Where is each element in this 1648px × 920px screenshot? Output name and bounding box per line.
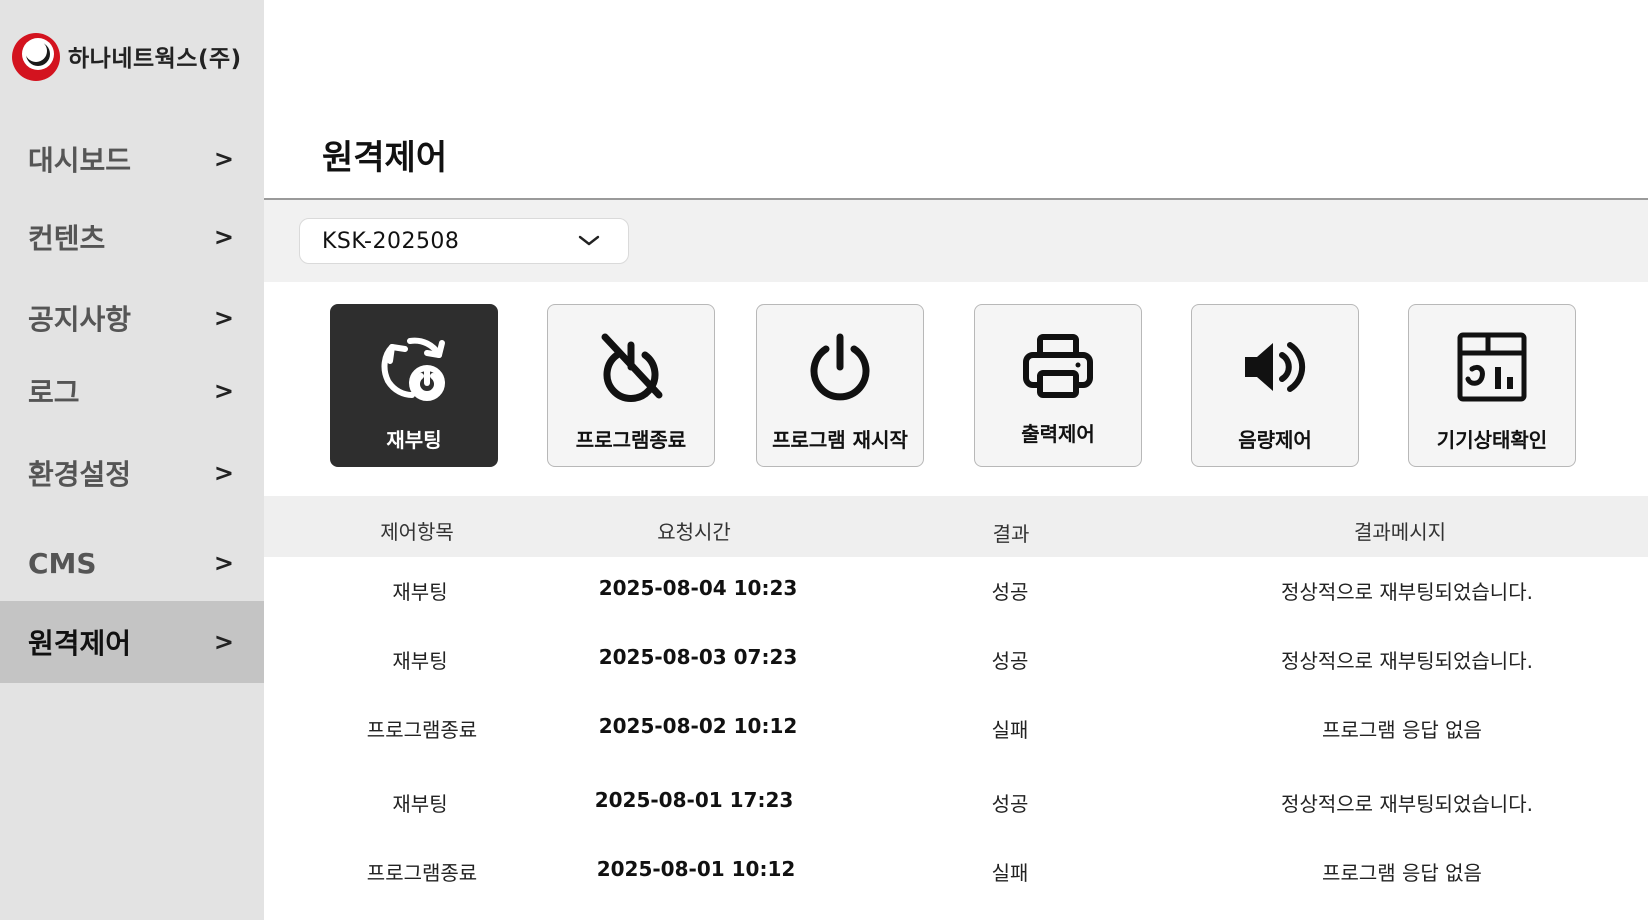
program-off-icon: [591, 327, 671, 407]
sidebar-item-label: 공지사항: [28, 303, 132, 336]
table-cell: 2025-08-03 07:23: [598, 645, 798, 669]
table-cell: 2025-08-04 10:23: [598, 576, 798, 600]
sidebar-item-label: 원격제어: [28, 627, 132, 660]
table-row: 재부팅 2025-08-01 17:23 성공 정상적으로 재부팅되었습니다.: [264, 778, 1648, 838]
table-cell: 정상적으로 재부팅되었습니다.: [1281, 792, 1533, 816]
program-restart-button[interactable]: 프로그램 재시작: [756, 304, 924, 467]
table-cell: 2025-08-01 10:12: [596, 857, 796, 881]
sidebar-item-label: 로그: [28, 376, 80, 409]
table-cell: 프로그램 응답 없음: [1322, 861, 1482, 885]
column-header: 결과: [992, 522, 1030, 546]
sidebar-item-label: 환경설정: [28, 458, 132, 491]
table-cell: 성공: [991, 580, 1029, 604]
table-row: 프로그램종료 2025-08-02 10:12 실패 프로그램 응답 없음: [264, 704, 1648, 764]
printer-icon: [1018, 327, 1098, 407]
sidebar-item-label: CMS: [28, 546, 97, 580]
table-cell: 실패: [991, 718, 1029, 742]
device-select-value: KSK-202508: [322, 228, 460, 254]
chevron-right-icon: >: [213, 377, 234, 405]
table-cell: 2025-08-01 17:23: [594, 788, 794, 812]
sidebar-item-remote-control[interactable]: 원격제어 >: [0, 601, 264, 683]
chevron-right-icon: >: [213, 304, 234, 332]
column-header: 결과메시지: [1354, 520, 1446, 544]
sidebar-item-settings[interactable]: 환경설정 >: [0, 433, 264, 513]
table-cell: 프로그램종료: [366, 718, 478, 742]
program-off-button[interactable]: 프로그램종료: [547, 304, 715, 467]
table-cell: 정상적으로 재부팅되었습니다.: [1281, 649, 1533, 673]
logo-icon: [10, 30, 62, 82]
table-cell: 프로그램 응답 없음: [1322, 718, 1482, 742]
table-cell: 프로그램종료: [366, 861, 478, 885]
output-control-button[interactable]: 출력제어: [974, 304, 1142, 467]
table-row: 재부팅 2025-08-03 07:23 성공 정상적으로 재부팅되었습니다.: [264, 635, 1648, 695]
chevron-right-icon: >: [213, 145, 234, 173]
reboot-icon: [374, 327, 454, 407]
table-header: 제어항목 요청시간 결과 결과메시지: [264, 496, 1648, 557]
program-restart-button-label: 프로그램 재시작: [772, 428, 908, 452]
sidebar-item-notices[interactable]: 공지사항 >: [0, 278, 264, 358]
table-cell: 2025-08-02 10:12: [598, 714, 798, 738]
volume-control-button-label: 음량제어: [1238, 428, 1312, 452]
output-control-button-label: 출력제어: [1021, 422, 1095, 446]
table-row: 재부팅 2025-08-04 10:23 성공 정상적으로 재부팅되었습니다.: [264, 566, 1648, 626]
chevron-right-icon: >: [213, 223, 234, 251]
page-title: 원격제어: [322, 138, 448, 178]
chevron-right-icon: >: [213, 549, 234, 577]
device-status-button[interactable]: 기기상태확인: [1408, 304, 1576, 467]
column-header: 제어항목: [380, 520, 454, 544]
chevron-right-icon: >: [213, 628, 234, 656]
reboot-button-label: 재부팅: [386, 428, 442, 452]
device-status-button-label: 기기상태확인: [1436, 428, 1548, 452]
program-off-button-label: 프로그램종료: [575, 428, 687, 452]
table-cell: 재부팅: [392, 580, 448, 604]
table-row: 프로그램종료 2025-08-01 10:12 실패 프로그램 응답 없음: [264, 847, 1648, 907]
column-header: 요청시간: [657, 520, 731, 544]
chevron-right-icon: >: [213, 459, 234, 487]
volume-control-button[interactable]: 음량제어: [1191, 304, 1359, 467]
power-icon: [800, 327, 880, 407]
company-logo: 하나네트웍스(주): [10, 30, 242, 82]
table-cell: 성공: [991, 649, 1029, 673]
device-status-icon: [1452, 327, 1532, 407]
table-cell: 재부팅: [392, 649, 448, 673]
table-cell: 성공: [991, 792, 1029, 816]
table-cell: 재부팅: [392, 792, 448, 816]
device-select[interactable]: KSK-202508: [299, 218, 629, 264]
sidebar-item-label: 대시보드: [28, 144, 132, 177]
reboot-button[interactable]: 재부팅: [330, 304, 498, 467]
sidebar-item-logs[interactable]: 로그 >: [0, 351, 264, 431]
sidebar-item-dashboard[interactable]: 대시보드 >: [0, 119, 264, 199]
chevron-down-icon: [578, 235, 600, 247]
sidebar: 하나네트웍스(주) 대시보드 > 컨텐츠 > 공지사항 > 로그 > 환경설정 …: [0, 0, 264, 920]
company-name: 하나네트웍스(주): [68, 46, 242, 72]
table-cell: 정상적으로 재부팅되었습니다.: [1281, 580, 1533, 604]
sidebar-item-contents[interactable]: 컨텐츠 >: [0, 197, 264, 277]
sidebar-item-cms[interactable]: CMS >: [0, 523, 264, 603]
volume-icon: [1235, 327, 1315, 407]
table-cell: 실패: [991, 861, 1029, 885]
sidebar-item-label: 컨텐츠: [28, 222, 106, 255]
